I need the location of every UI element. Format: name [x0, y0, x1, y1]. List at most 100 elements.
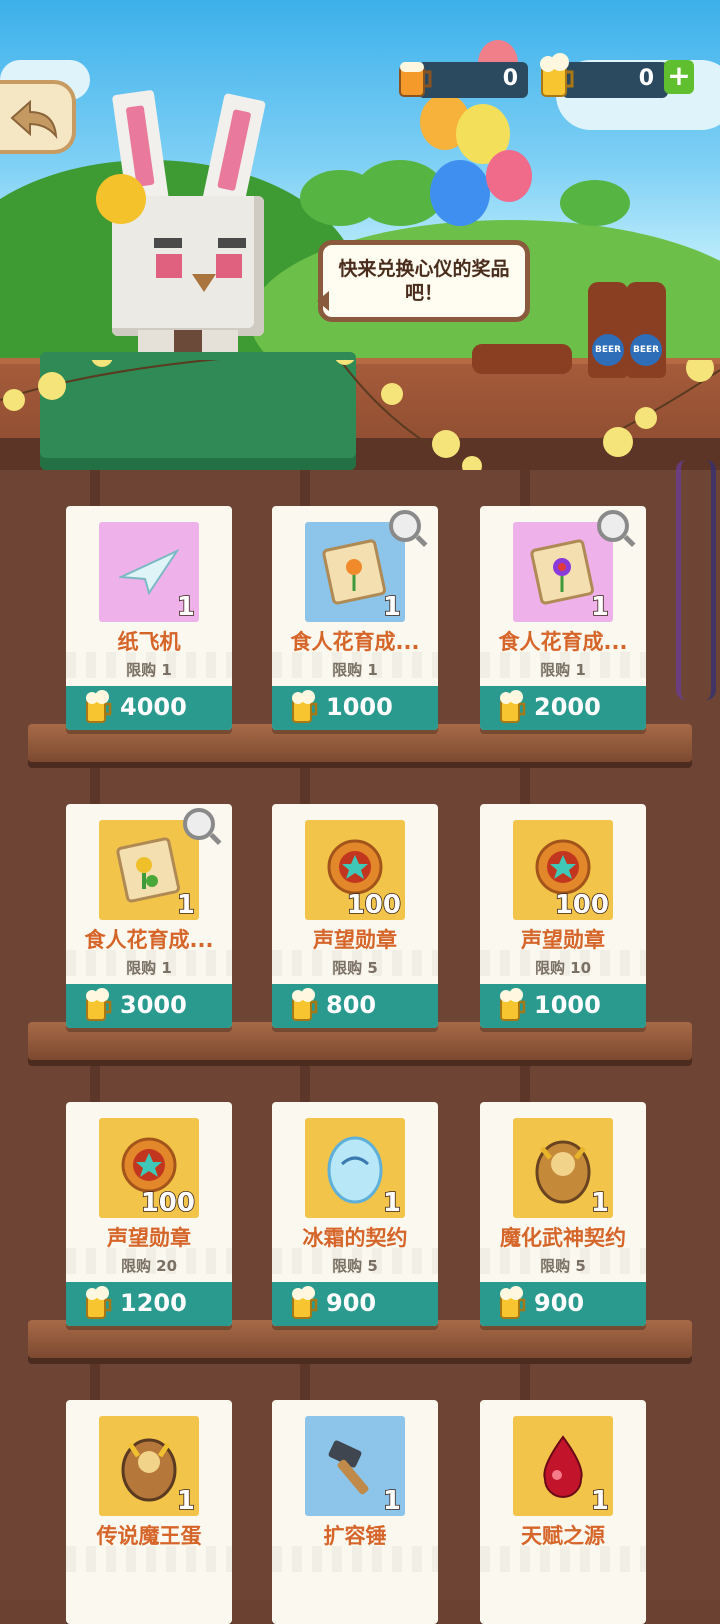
item-quantity: 1: [176, 889, 196, 921]
item-thumbnail: 1: [305, 1416, 405, 1517]
price-value: 900: [534, 1289, 585, 1317]
item-thumbnail: 1: [513, 510, 629, 623]
item-name: 食人花育成...: [290, 630, 420, 654]
buy-price-button[interactable]: 1000: [272, 686, 438, 730]
golden-beer-icon: [498, 1284, 528, 1322]
purchase-limit: 限购 1: [332, 661, 378, 679]
magnifier-icon[interactable]: [389, 510, 421, 542]
shop-item-card[interactable]: 1 扩容锤: [272, 1400, 438, 1624]
buy-price-button[interactable]: 3000: [66, 984, 232, 1028]
item-quantity: 1: [590, 1485, 610, 1517]
item-quantity: 1: [176, 1485, 196, 1517]
shop-item-card[interactable]: 1 食人花育成... 限购 1 3000: [66, 804, 232, 1028]
shop-item-card[interactable]: 1 纸飞机限购 1 4000: [66, 506, 232, 730]
item-thumbnail: 1: [99, 522, 199, 623]
golden-beer-icon: [536, 52, 576, 97]
purchase-limit: 限购 1: [540, 661, 586, 679]
item-thumbnail: 1: [305, 1118, 405, 1219]
item-name: 传说魔王蛋: [96, 1524, 202, 1548]
item-thumbnail: 1: [513, 1118, 613, 1219]
item-name: 声望勋章: [313, 928, 397, 952]
golden-beer-icon: [84, 688, 114, 726]
item-name: 食人花育成...: [84, 928, 214, 952]
price-value: 1000: [534, 991, 601, 1019]
golden-beer-icon: [84, 986, 114, 1024]
item-quantity: 100: [140, 1187, 196, 1219]
magnifier-icon[interactable]: [183, 808, 215, 840]
hanging-rope: [676, 460, 716, 700]
item-quantity: 1: [590, 1187, 610, 1219]
buy-price-button[interactable]: 800: [272, 984, 438, 1028]
shop-item-card[interactable]: 1 魔化武神契约限购 5 900: [480, 1102, 646, 1326]
item-name: 声望勋章: [107, 1226, 191, 1250]
shop-item-card[interactable]: 1 冰霜的契约限购 5 900: [272, 1102, 438, 1326]
golden-beer-icon: [498, 986, 528, 1024]
item-thumbnail: 1: [99, 808, 215, 921]
back-arrow-icon: [10, 99, 58, 140]
item-thumbnail: 100: [513, 820, 613, 921]
back-button[interactable]: [0, 80, 76, 154]
buy-price-button[interactable]: 1200: [66, 1282, 232, 1326]
bubble-text: 快来兑换心仪的奖品吧！: [338, 258, 510, 304]
price-value: 1000: [326, 693, 393, 721]
shop-item-card[interactable]: 1 食人花育成... 限购 1 1000: [272, 506, 438, 730]
item-thumbnail: 100: [305, 820, 405, 921]
price-value: 800: [326, 991, 377, 1019]
item-quantity: 1: [382, 1485, 402, 1517]
item-thumbnail: 100: [99, 1118, 199, 1219]
item-name: 纸飞机: [117, 630, 181, 654]
purchase-limit: 限购 20: [120, 1257, 178, 1275]
buy-price-button[interactable]: 1000: [480, 984, 646, 1028]
beer-currency-bar: 0: [418, 62, 528, 98]
item-name: 魔化武神契约: [500, 1226, 626, 1250]
golden-beer-currency-value: 0: [638, 66, 654, 91]
golden-beer-icon: [290, 688, 320, 726]
item-name: 天赋之源: [521, 1524, 605, 1548]
balloon: [430, 160, 490, 226]
shop-item-card[interactable]: 1 传说魔王蛋: [66, 1400, 232, 1624]
golden-beer-currency-bar: 0: [562, 62, 668, 98]
item-quantity: 1: [590, 591, 610, 623]
beer-mug-icon: [394, 56, 434, 100]
purchase-limit: 限购 1: [126, 661, 172, 679]
item-name: 冰霜的契约: [302, 1226, 408, 1250]
price-value: 3000: [120, 991, 187, 1019]
item-name: 扩容锤: [323, 1524, 387, 1548]
shop-item-card[interactable]: 100 声望勋章限购 20 1200: [66, 1102, 232, 1326]
item-name: 食人花育成...: [498, 630, 628, 654]
price-value: 4000: [120, 693, 187, 721]
item-quantity: 1: [382, 1187, 402, 1219]
buy-price-button[interactable]: 900: [480, 1282, 646, 1326]
item-quantity: 1: [176, 591, 196, 623]
golden-beer-icon: [84, 1284, 114, 1322]
shop-item-card[interactable]: 100 声望勋章限购 5 800: [272, 804, 438, 1028]
purchase-limit: 限购 5: [332, 1257, 378, 1275]
golden-beer-icon: [498, 688, 528, 726]
purchase-limit: 限购 1: [126, 959, 172, 977]
golden-beer-icon: [290, 1284, 320, 1322]
plus-icon: +: [667, 59, 691, 92]
item-quantity: 100: [346, 889, 402, 921]
magnifier-icon[interactable]: [597, 510, 629, 542]
shop-item-card[interactable]: 1 天赋之源: [480, 1400, 646, 1624]
golden-beer-icon: [290, 986, 320, 1024]
price-value: 1200: [120, 1289, 187, 1317]
item-name: 声望勋章: [521, 928, 605, 952]
balloon: [486, 150, 532, 202]
speech-bubble: 快来兑换心仪的奖品吧！: [317, 240, 530, 322]
price-value: 900: [326, 1289, 377, 1317]
shop-item-card[interactable]: 1 食人花育成... 限购 1 2000: [480, 506, 646, 730]
price-value: 2000: [534, 693, 601, 721]
purchase-limit: 限购 5: [332, 959, 378, 977]
buy-price-button[interactable]: 2000: [480, 686, 646, 730]
item-quantity: 1: [382, 591, 402, 623]
item-thumbnail: 1: [513, 1416, 613, 1517]
purchase-limit: 限购 5: [540, 1257, 586, 1275]
buy-price-button[interactable]: 900: [272, 1282, 438, 1326]
beer-currency-value: 0: [502, 66, 518, 91]
bush: [560, 180, 630, 226]
shop-item-card[interactable]: 100 声望勋章 限购 10 1000: [480, 804, 646, 1028]
add-currency-button[interactable]: +: [664, 60, 694, 94]
buy-price-button[interactable]: 4000: [66, 686, 232, 730]
string-lights: [0, 343, 720, 470]
